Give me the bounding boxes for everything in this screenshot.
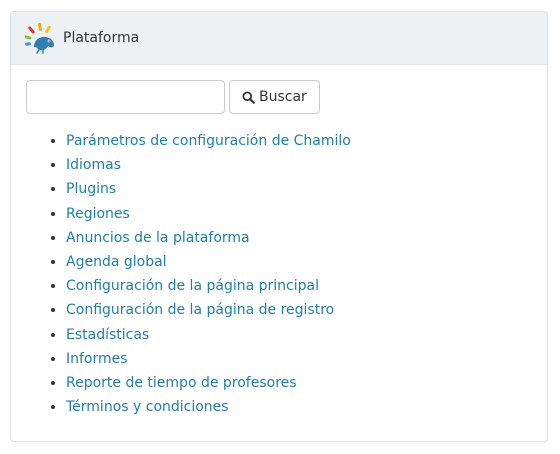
panel-header: Plataforma [11, 12, 547, 65]
list-item: Idiomas [66, 153, 532, 177]
platform-panel: Plataforma Buscar Parámetros de configur… [10, 11, 548, 442]
link-languages[interactable]: Idiomas [66, 157, 121, 173]
link-plugins[interactable]: Plugins [66, 181, 116, 197]
chamilo-logo-icon [25, 23, 54, 54]
list-item: Términos y condiciones [66, 395, 532, 419]
search-form: Buscar [26, 80, 532, 114]
list-item: Plugins [66, 177, 532, 201]
list-item: Agenda global [66, 250, 532, 274]
link-global-agenda[interactable]: Agenda global [66, 254, 167, 270]
search-icon [242, 90, 255, 104]
list-item: Configuración de la página de registro [66, 298, 532, 322]
link-registration-page-configuration[interactable]: Configuración de la página de registro [66, 302, 334, 318]
link-teacher-time-report[interactable]: Reporte de tiempo de profesores [66, 375, 297, 391]
link-platform-announcements[interactable]: Anuncios de la plataforma [66, 230, 250, 246]
link-homepage-configuration[interactable]: Configuración de la página principal [66, 278, 319, 294]
search-button[interactable]: Buscar [229, 80, 320, 114]
list-item: Parámetros de configuración de Chamilo [66, 129, 532, 153]
search-input[interactable] [26, 80, 225, 114]
link-reports[interactable]: Informes [66, 351, 128, 367]
link-terms-and-conditions[interactable]: Términos y condiciones [66, 399, 229, 415]
list-item: Anuncios de la plataforma [66, 226, 532, 250]
platform-links-list: Parámetros de configuración de Chamilo I… [26, 129, 532, 419]
list-item: Configuración de la página principal [66, 274, 532, 298]
list-item: Reporte de tiempo de profesores [66, 371, 532, 395]
panel-title: Plataforma [63, 30, 140, 46]
link-statistics[interactable]: Estadísticas [66, 327, 149, 343]
panel-body: Buscar Parámetros de configuración de Ch… [11, 65, 547, 419]
link-regions[interactable]: Regiones [66, 206, 130, 222]
link-configuration-parameters[interactable]: Parámetros de configuración de Chamilo [66, 133, 351, 149]
list-item: Estadísticas [66, 323, 532, 347]
search-button-label: Buscar [259, 89, 307, 105]
list-item: Informes [66, 347, 532, 371]
list-item: Regiones [66, 202, 532, 226]
